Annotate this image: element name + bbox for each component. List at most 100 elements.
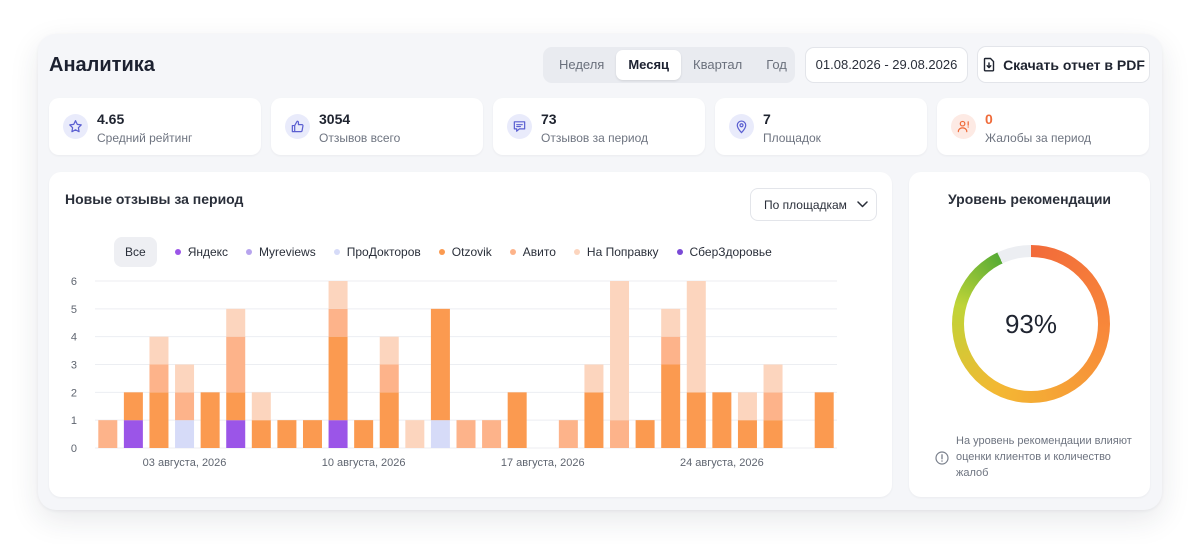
y-tick-label: 0 xyxy=(71,443,77,455)
legend-item-otzovik[interactable]: Otzovik xyxy=(438,245,492,259)
group-by-dropdown[interactable]: По площадкам xyxy=(750,188,877,221)
bar-segment xyxy=(686,281,706,393)
bar-segment xyxy=(149,336,169,365)
bar-segment xyxy=(328,336,348,421)
legend-dot xyxy=(333,249,340,255)
y-tick-label: 2 xyxy=(71,387,77,399)
download-pdf-button[interactable]: Скачать отчет в PDF xyxy=(977,46,1150,83)
stat-label: Площадок xyxy=(763,131,821,145)
legend-label: Myreviews xyxy=(259,245,316,259)
bar-segment xyxy=(379,364,399,393)
stacked-bar-chart: 0 1 2 3 4 5 6 03 августа, 2026 10 августа, 2026 1… xyxy=(71,276,837,469)
stat-value: 73 xyxy=(541,111,557,127)
legend-label: ПроДокторов xyxy=(346,245,421,259)
bar-segment xyxy=(814,392,834,448)
recommendation-title: Уровень рекомендации xyxy=(947,191,1112,207)
legend-dot xyxy=(438,249,445,255)
bar-segment xyxy=(737,420,757,448)
bar-segment xyxy=(379,392,399,448)
bar-segment xyxy=(226,392,246,421)
x-tick-label: 24 августа, 2026 xyxy=(680,457,764,469)
message-icon xyxy=(507,114,532,139)
period-month-tab[interactable]: Месяц xyxy=(616,50,682,80)
recommendation-note: На уровень рекомендации влияют оценки кл… xyxy=(956,435,1132,479)
bar-segment xyxy=(251,420,271,448)
stat-label: Жалобы за период xyxy=(985,131,1092,145)
bar-segment xyxy=(226,308,246,337)
y-tick-label: 1 xyxy=(71,415,77,427)
y-tick-label: 3 xyxy=(71,360,77,372)
bar-segment xyxy=(328,308,348,337)
legend-item-na-popravku[interactable]: На Поправку xyxy=(573,245,659,259)
y-tick-label: 5 xyxy=(71,304,77,316)
legend-all-filter[interactable]: Все xyxy=(114,237,157,267)
bar-segment xyxy=(149,392,169,448)
chart-title: Новые отзывы за период xyxy=(65,191,244,207)
bar-segment xyxy=(175,420,195,448)
date-range-picker[interactable]: 01.08.2026 - 29.08.2026 xyxy=(805,47,968,83)
gauge-center: 93% xyxy=(964,257,1098,391)
stat-card-period-reviews: 73 Отзывов за период xyxy=(493,98,705,155)
bar-segment xyxy=(98,420,118,448)
bar-segment xyxy=(558,420,578,448)
period-quarter-tab[interactable]: Квартал xyxy=(681,50,754,80)
legend-label: СберЗдоровье xyxy=(689,245,772,259)
stat-label: Отзывов всего xyxy=(319,131,401,145)
bar-segment xyxy=(661,336,681,365)
bar-segment xyxy=(123,392,143,421)
legend-item-avito[interactable]: Авито xyxy=(509,245,556,259)
period-year-tab[interactable]: Год xyxy=(754,50,799,80)
bar-segment xyxy=(175,364,195,393)
download-pdf-label: Скачать отчет в PDF xyxy=(1003,56,1145,73)
thumbs-up-icon xyxy=(285,114,310,139)
bar-segment xyxy=(251,392,271,421)
x-tick-label: 10 августа, 2026 xyxy=(322,457,406,469)
location-pin-icon xyxy=(729,114,754,139)
bar-segment xyxy=(584,392,604,448)
bar-segment xyxy=(430,308,450,421)
bar-segment xyxy=(456,420,476,448)
chart-legend: Все Яндекс Myreviews ПроДокторов Otzovik… xyxy=(114,237,772,267)
legend-label: На Поправку xyxy=(586,245,659,259)
period-week-tab[interactable]: Неделя xyxy=(547,50,616,80)
bar-segment xyxy=(482,420,502,448)
bar-segment xyxy=(661,364,681,448)
bar-segment xyxy=(175,392,195,421)
legend-label: Яндекс xyxy=(187,245,229,259)
page-title: Аналитика xyxy=(49,54,155,76)
file-download-icon xyxy=(983,57,995,72)
legend-item-prodoktorov[interactable]: ПроДокторов xyxy=(333,245,421,259)
stat-card-total-reviews: 3054 Отзывов всего xyxy=(271,98,483,155)
bar-segment xyxy=(737,392,757,421)
legend-label: Авито xyxy=(522,245,556,259)
bar-segment xyxy=(584,364,604,393)
star-icon xyxy=(63,114,88,139)
legend-item-yandex[interactable]: Яндекс xyxy=(174,245,229,259)
x-tick-label: 03 августа, 2026 xyxy=(143,457,227,469)
legend-dot xyxy=(174,249,181,255)
bar-segment xyxy=(635,420,655,448)
stat-value: 0 xyxy=(985,111,993,127)
bar-segment xyxy=(328,420,348,448)
info-icon xyxy=(935,451,949,465)
legend-dot xyxy=(509,249,516,255)
legend-item-sberzdorovie[interactable]: СберЗдоровье xyxy=(676,245,772,259)
legend-item-myreviews[interactable]: Myreviews xyxy=(246,245,316,259)
recommendation-card: Уровень рекомендации 93% На уровень реко… xyxy=(909,172,1150,497)
bar-segment xyxy=(610,281,630,421)
bar-segment xyxy=(763,420,783,448)
bar-segment xyxy=(430,420,450,448)
bar-segment xyxy=(200,392,220,448)
bar-segment xyxy=(763,392,783,421)
bar-segment xyxy=(712,392,732,448)
analytics-panel: Аналитика Неделя Месяц Квартал Год 01.08… xyxy=(38,34,1162,510)
stat-card-rating: 4.65 Средний рейтинг xyxy=(49,98,261,155)
stat-value: 7 xyxy=(763,111,771,127)
user-alert-icon xyxy=(951,114,976,139)
new-reviews-chart-card: Новые отзывы за период По площадкам Все … xyxy=(49,172,892,497)
bar-segment xyxy=(661,308,681,337)
bar-segment xyxy=(354,420,374,448)
bar-segment xyxy=(686,392,706,448)
group-by-value: По площадкам xyxy=(764,197,847,212)
y-tick-label: 4 xyxy=(71,332,77,344)
